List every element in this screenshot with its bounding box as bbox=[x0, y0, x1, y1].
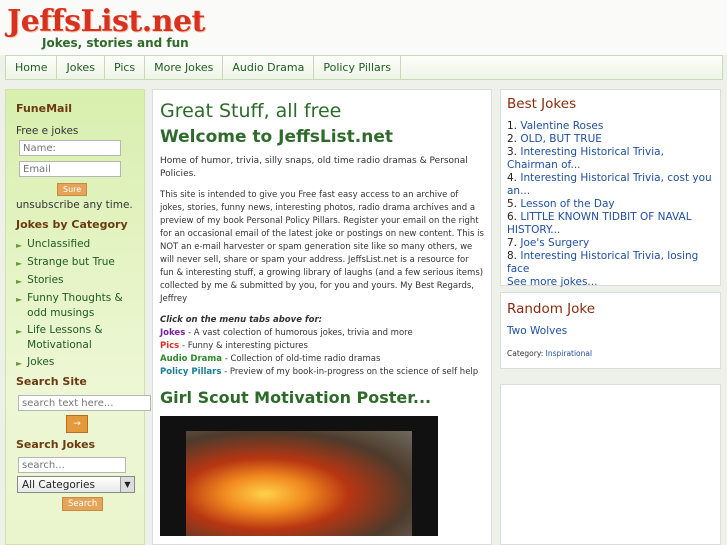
bullet-icon: ► bbox=[16, 277, 23, 286]
category-label: Unclassified bbox=[27, 238, 91, 250]
category-label: Stories bbox=[27, 274, 64, 286]
tab-desc-pics: Pics - Funny & interesting pictures bbox=[160, 340, 484, 353]
tab-link-policy-pillars[interactable]: Policy Pillars bbox=[160, 367, 221, 377]
tab-link-pics[interactable]: Pics bbox=[160, 341, 179, 351]
random-joke-box: Random Joke Two Wolves Category: Inspira… bbox=[500, 292, 721, 369]
nav-more-jokes[interactable]: More Jokes bbox=[145, 56, 224, 79]
best-jokes-box: Best Jokes 1. Valentine Roses 2. OLD, BU… bbox=[500, 89, 721, 289]
category-stories[interactable]: ► Stories bbox=[16, 273, 144, 289]
tab-desc-audio-drama: Audio Drama - Collection of old-time rad… bbox=[160, 353, 484, 366]
tab-link-audio-drama[interactable]: Audio Drama bbox=[160, 354, 222, 364]
category-list: ► Unclassified ► Strange but True ► Stories… bbox=[16, 237, 144, 371]
chevron-down-icon: ▼ bbox=[120, 477, 134, 492]
menu-note-text: Click on the menu tabs above for: bbox=[160, 315, 323, 325]
poster-image bbox=[186, 431, 412, 536]
menu-tabs-note: Click on the menu tabs above for: Jokes … bbox=[160, 314, 484, 379]
best-joke-item[interactable]: 8. Interesting Historical Trivia, losing… bbox=[507, 250, 714, 276]
tab-desc-text: - Collection of old-time radio dramas bbox=[222, 354, 381, 364]
unsubscribe-text: unsubscribe any time. bbox=[16, 199, 133, 211]
search-jokes-button[interactable]: Search bbox=[62, 497, 104, 511]
best-joke-item[interactable]: 6. LITTLE KNOWN TIDBIT OF NAVAL HISTORY.… bbox=[507, 211, 714, 237]
best-joke-item[interactable]: 3. Interesting Historical Trivia, Chairm… bbox=[507, 146, 714, 172]
site-header: JeffsList.net Jokes, stories and fun bbox=[0, 0, 727, 55]
category-label: Strange but True bbox=[27, 256, 115, 268]
nav-policy-pillars[interactable]: Policy Pillars bbox=[314, 56, 402, 79]
tab-desc-jokes: Jokes - A vast colection of humorous jok… bbox=[160, 327, 484, 340]
category-unclassified[interactable]: ► Unclassified bbox=[16, 237, 144, 253]
sidebar-empty-box bbox=[500, 384, 721, 545]
poster-frame[interactable] bbox=[160, 416, 438, 536]
random-joke-link[interactable]: Two Wolves bbox=[507, 325, 714, 337]
random-joke-heading: Random Joke bbox=[507, 301, 596, 317]
tab-desc-policy-pillars: Policy Pillars - Preview of my book-in-p… bbox=[160, 366, 484, 379]
free-jokes-label: Free e jokes bbox=[16, 125, 79, 137]
best-joke-item[interactable]: 7. Joe's Surgery bbox=[507, 237, 714, 250]
search-jokes-input[interactable] bbox=[18, 457, 126, 473]
arrow-icon: → bbox=[73, 419, 81, 429]
welcome-heading: Welcome to JeffsList.net bbox=[160, 127, 394, 147]
nav-pics[interactable]: Pics bbox=[105, 56, 146, 79]
logo-title[interactable]: JeffsList.net bbox=[7, 4, 205, 39]
search-site-button[interactable]: → bbox=[66, 415, 88, 433]
category-select[interactable]: All Categories ▼ bbox=[17, 476, 135, 493]
category-strange-but-true[interactable]: ► Strange but True bbox=[16, 255, 144, 271]
intro-text: Home of humor, trivia, silly snaps, old … bbox=[160, 156, 468, 179]
best-joke-item[interactable]: 5. Lesson of the Day bbox=[507, 198, 714, 211]
tab-link-jokes[interactable]: Jokes bbox=[160, 328, 185, 338]
best-joke-item[interactable]: 2. OLD, BUT TRUE bbox=[507, 133, 714, 146]
best-joke-item[interactable]: 4. Interesting Historical Trivia, cost y… bbox=[507, 172, 714, 198]
random-joke-category: Category: Inspirational bbox=[507, 349, 593, 358]
search-site-heading: Search Site bbox=[16, 375, 87, 388]
left-sidebar: FuneMail Free e jokes Sure unsubscribe a… bbox=[5, 89, 151, 545]
name-field[interactable] bbox=[19, 140, 121, 156]
category-select-value: All Categories bbox=[22, 478, 95, 491]
category-link[interactable]: Inspirational bbox=[546, 349, 592, 358]
best-joke-item[interactable]: 1. Valentine Roses bbox=[507, 120, 714, 133]
category-label: Life Lessons & Motivational bbox=[27, 324, 103, 351]
best-jokes-heading: Best Jokes bbox=[507, 96, 577, 112]
category-funny-thoughts[interactable]: ► Funny Thoughts & odd musings bbox=[16, 291, 144, 321]
category-label: Funny Thoughts & odd musings bbox=[27, 292, 123, 319]
logo-tagline: Jokes, stories and fun bbox=[42, 36, 189, 50]
bullet-icon: ► bbox=[16, 295, 23, 304]
category-label: Jokes bbox=[27, 356, 55, 368]
category-life-lessons[interactable]: ► Life Lessons & Motivational bbox=[16, 323, 144, 353]
nav-audio-drama[interactable]: Audio Drama bbox=[223, 56, 315, 79]
nav-jokes[interactable]: Jokes bbox=[57, 56, 105, 79]
bullet-icon: ► bbox=[16, 327, 23, 336]
body-text: This site is intended to give you Free f… bbox=[160, 190, 484, 304]
bullet-icon: ► bbox=[16, 259, 23, 268]
tab-desc-text: - A vast colection of humorous jokes, tr… bbox=[185, 328, 413, 338]
bullet-icon: ► bbox=[16, 241, 23, 250]
bullet-icon: ► bbox=[16, 359, 23, 368]
best-jokes-list: 1. Valentine Roses 2. OLD, BUT TRUE 3. I… bbox=[507, 120, 714, 276]
main-nav: Home Jokes Pics More Jokes Audio Drama P… bbox=[5, 55, 723, 80]
tab-desc-text: - Preview of my book-in-progress on the … bbox=[221, 367, 479, 377]
funemail-heading: FuneMail bbox=[16, 102, 72, 115]
main-content: Great Stuff, all free Welcome to JeffsLi… bbox=[152, 89, 492, 545]
tab-desc-text: - Funny & interesting pictures bbox=[179, 341, 308, 351]
email-field[interactable] bbox=[19, 161, 121, 177]
categories-heading: Jokes by Category bbox=[16, 218, 128, 231]
subscribe-button[interactable]: Sure bbox=[57, 183, 88, 196]
see-more-jokes-link[interactable]: See more jokes... bbox=[507, 276, 714, 289]
category-jokes[interactable]: ► Jokes bbox=[16, 355, 144, 371]
search-site-input[interactable] bbox=[18, 395, 151, 411]
poster-title[interactable]: Girl Scout Motivation Poster... bbox=[160, 388, 484, 407]
search-jokes-heading: Search Jokes bbox=[16, 438, 96, 451]
page-title: Great Stuff, all free bbox=[160, 100, 342, 122]
nav-home[interactable]: Home bbox=[6, 56, 58, 79]
